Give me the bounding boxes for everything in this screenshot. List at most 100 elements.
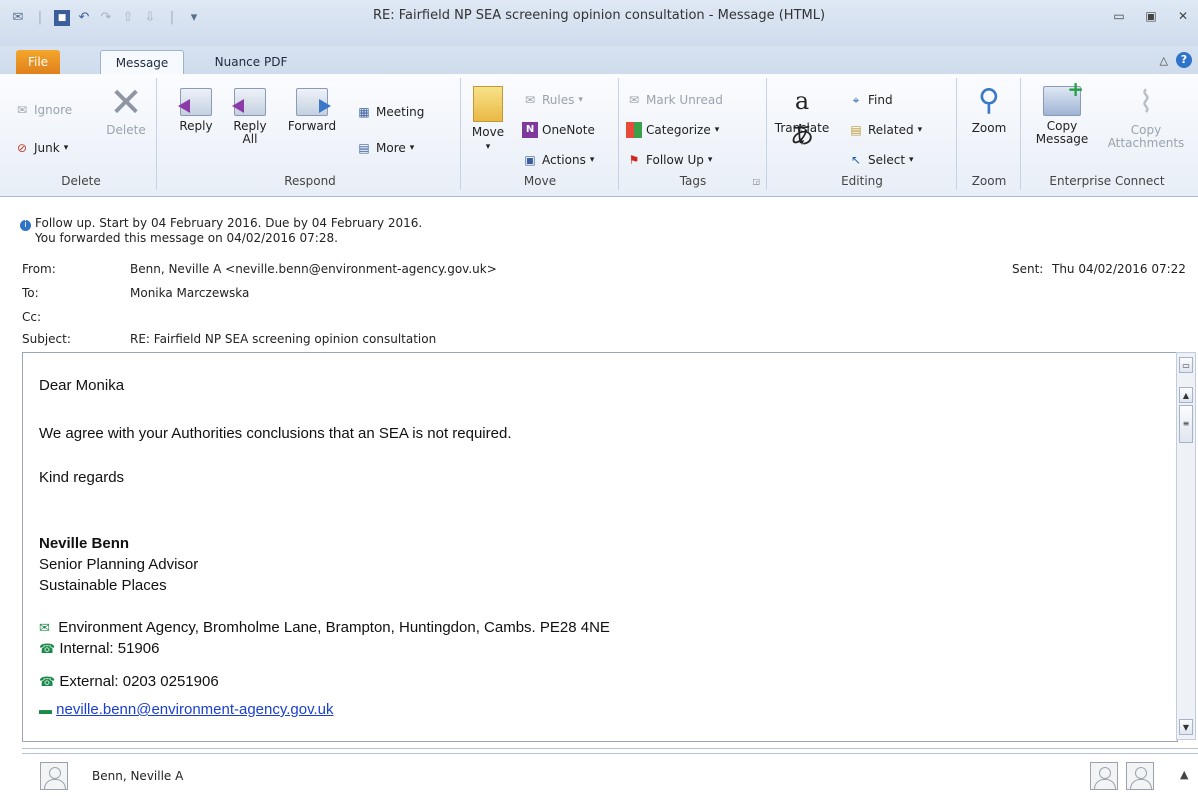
tab-file[interactable]: File: [16, 50, 60, 74]
scroll-thumb[interactable]: ≡: [1179, 405, 1193, 443]
message-body[interactable]: Dear Monika We agree with your Authoriti…: [22, 352, 1178, 742]
rules-button[interactable]: ✉ Rules ▾: [522, 92, 583, 108]
related-button[interactable]: ▤ Related ▾: [848, 122, 922, 138]
minimize-icon[interactable]: ▭: [1110, 8, 1128, 24]
related-icon: ▤: [850, 123, 862, 137]
forward-icon: [296, 88, 331, 116]
meeting-icon: ▦: [358, 105, 370, 119]
follow-up-info: Follow up. Start by 04 February 2016. Du…: [35, 216, 423, 230]
closing: Kind regards: [39, 469, 125, 486]
dropdown-icon: ▾: [485, 142, 491, 152]
magnifier-icon: ⚲: [978, 83, 1000, 118]
group-label-move: Move: [523, 174, 557, 188]
group-delete: ✉ Ignore ⊘ Junk ▾ ✕ Delete Delete: [6, 78, 157, 190]
more-respond-button[interactable]: ▤ More ▾: [356, 140, 414, 156]
dropdown-icon: ▾: [917, 125, 923, 135]
group-label-delete: Delete: [61, 174, 101, 188]
group-label-zoom: Zoom: [971, 174, 1007, 188]
ignore-button[interactable]: ✉ Ignore: [14, 102, 72, 118]
sent-value: Thu 04/02/2016 07:22: [1052, 262, 1186, 276]
tab-nuance-pdf[interactable]: Nuance PDF: [206, 50, 296, 74]
restore-icon[interactable]: ▣: [1142, 8, 1160, 24]
from-value[interactable]: Benn, Neville A <neville.benn@environmen…: [130, 262, 497, 276]
junk-button[interactable]: ⊘ Junk ▾: [14, 140, 68, 156]
mark-unread-button[interactable]: ✉ Mark Unread: [626, 92, 723, 108]
categorize-button[interactable]: Categorize ▾: [626, 122, 719, 138]
dropdown-icon: ▾: [409, 143, 415, 153]
people-pane: Benn, Neville A ▲: [0, 756, 1198, 796]
zoom-button[interactable]: ⚲ Zoom: [964, 84, 1014, 135]
email-link[interactable]: neville.benn@environment-agency.gov.uk: [56, 701, 333, 718]
delete-x-icon: ✕: [109, 80, 143, 126]
meeting-button[interactable]: ▦ Meeting: [356, 104, 424, 120]
group-tags: ✉ Mark Unread Categorize ▾ ⚑ Follow Up ▾…: [620, 78, 767, 190]
actions-button[interactable]: ▣ Actions ▾: [522, 152, 594, 168]
group-zoom: ⚲ Zoom Zoom: [958, 78, 1021, 190]
group-move: Move ▾ ✉ Rules ▾ N OneNote ▣ Actions ▾ M…: [462, 78, 619, 190]
dropdown-icon: ▾: [909, 155, 914, 165]
subject-value: RE: Fairfield NP SEA screening opinion c…: [130, 332, 437, 346]
from-label: From:: [22, 262, 56, 276]
address: Environment Agency, Bromholme Lane, Bram…: [58, 619, 610, 636]
follow-up-button[interactable]: ⚑ Follow Up ▾: [626, 152, 713, 168]
vertical-scrollbar[interactable]: ▭ ▲ ≡ ▼: [1176, 352, 1196, 740]
email-icon: ▬: [39, 702, 52, 717]
actions-icon: ▣: [524, 153, 536, 167]
minimize-ribbon-icon[interactable]: △: [1160, 54, 1168, 67]
signature-team: Sustainable Places: [39, 577, 167, 594]
expand-people-pane-icon[interactable]: ▲: [1180, 768, 1188, 781]
reply-icon: [178, 88, 212, 116]
contact-avatar-small[interactable]: [1090, 762, 1118, 790]
forwarded-info: You forwarded this message on 04/02/2016…: [35, 231, 338, 245]
categorize-icon: [626, 122, 642, 138]
rules-icon: ✉: [524, 93, 536, 107]
select-button[interactable]: ↖ Select ▾: [848, 152, 914, 168]
find-button[interactable]: ⌖ Find: [848, 92, 893, 108]
to-value[interactable]: Monika Marczewska: [130, 286, 249, 300]
people-pane-splitter[interactable]: [22, 748, 1198, 754]
copy-attachments-button[interactable]: ⌇ Copy Attachments: [1106, 86, 1186, 150]
info-icon: i: [20, 220, 31, 231]
reply-all-button[interactable]: Reply All: [228, 88, 272, 146]
dropdown-icon: ▾: [707, 155, 713, 165]
info-bar: i Follow up. Start by 04 February 2016. D…: [20, 216, 422, 246]
scroll-toggle-icon[interactable]: ▭: [1179, 357, 1193, 373]
ribbon-tabs: File Message Nuance PDF △ ?: [0, 46, 1198, 75]
cc-label: Cc:: [22, 310, 42, 324]
to-label: To:: [22, 286, 39, 300]
external-phone: External: 0203 0251906: [59, 673, 219, 690]
forward-button[interactable]: Forward: [284, 88, 340, 133]
help-icon[interactable]: ?: [1176, 52, 1192, 68]
delete-button[interactable]: ✕ Delete: [102, 80, 150, 137]
dialog-launcher-icon[interactable]: ◲: [752, 177, 760, 186]
contact-avatar-small[interactable]: [1126, 762, 1154, 790]
reply-button[interactable]: Reply: [174, 88, 218, 133]
scroll-down-arrow-icon[interactable]: ▼: [1179, 719, 1193, 735]
group-label-enterprise-connect: Enterprise Connect: [1049, 174, 1165, 188]
copy-message-icon: +: [1043, 79, 1084, 116]
ribbon: ✉ Ignore ⊘ Junk ▾ ✕ Delete Delete Reply …: [0, 74, 1198, 197]
ignore-icon: ✉: [16, 103, 28, 117]
sent-label: Sent:: [1012, 262, 1044, 276]
group-label-editing: Editing: [841, 174, 883, 188]
more-respond-icon: ▤: [358, 141, 370, 155]
scroll-up-arrow-icon[interactable]: ▲: [1179, 387, 1193, 403]
group-label-tags: Tags: [679, 174, 707, 188]
contact-name[interactable]: Benn, Neville A: [92, 769, 183, 783]
cursor-icon: ↖: [850, 153, 862, 167]
envelope-icon: ✉: [39, 620, 50, 635]
tab-message[interactable]: Message: [100, 50, 184, 75]
group-respond: Reply Reply All Forward ▦ Meeting ▤ More…: [160, 78, 461, 190]
flag-icon: ⚑: [628, 153, 640, 167]
group-editing: aあ Translate ▾ ⌖ Find ▤ Related ▾ ↖ Sele…: [768, 78, 957, 190]
translate-button[interactable]: aあ Translate ▾: [774, 84, 830, 150]
translate-icon: aあ: [790, 87, 814, 149]
move-button[interactable]: Move ▾: [468, 86, 508, 154]
close-icon[interactable]: ✕: [1174, 8, 1192, 24]
internal-phone: Internal: 51906: [59, 640, 160, 657]
copy-message-button[interactable]: + Copy Message: [1030, 79, 1094, 146]
signature-title: Senior Planning Advisor: [39, 556, 199, 573]
contact-avatar[interactable]: [40, 762, 68, 790]
binoculars-icon: ⌖: [852, 93, 860, 107]
onenote-button[interactable]: N OneNote: [522, 122, 595, 138]
